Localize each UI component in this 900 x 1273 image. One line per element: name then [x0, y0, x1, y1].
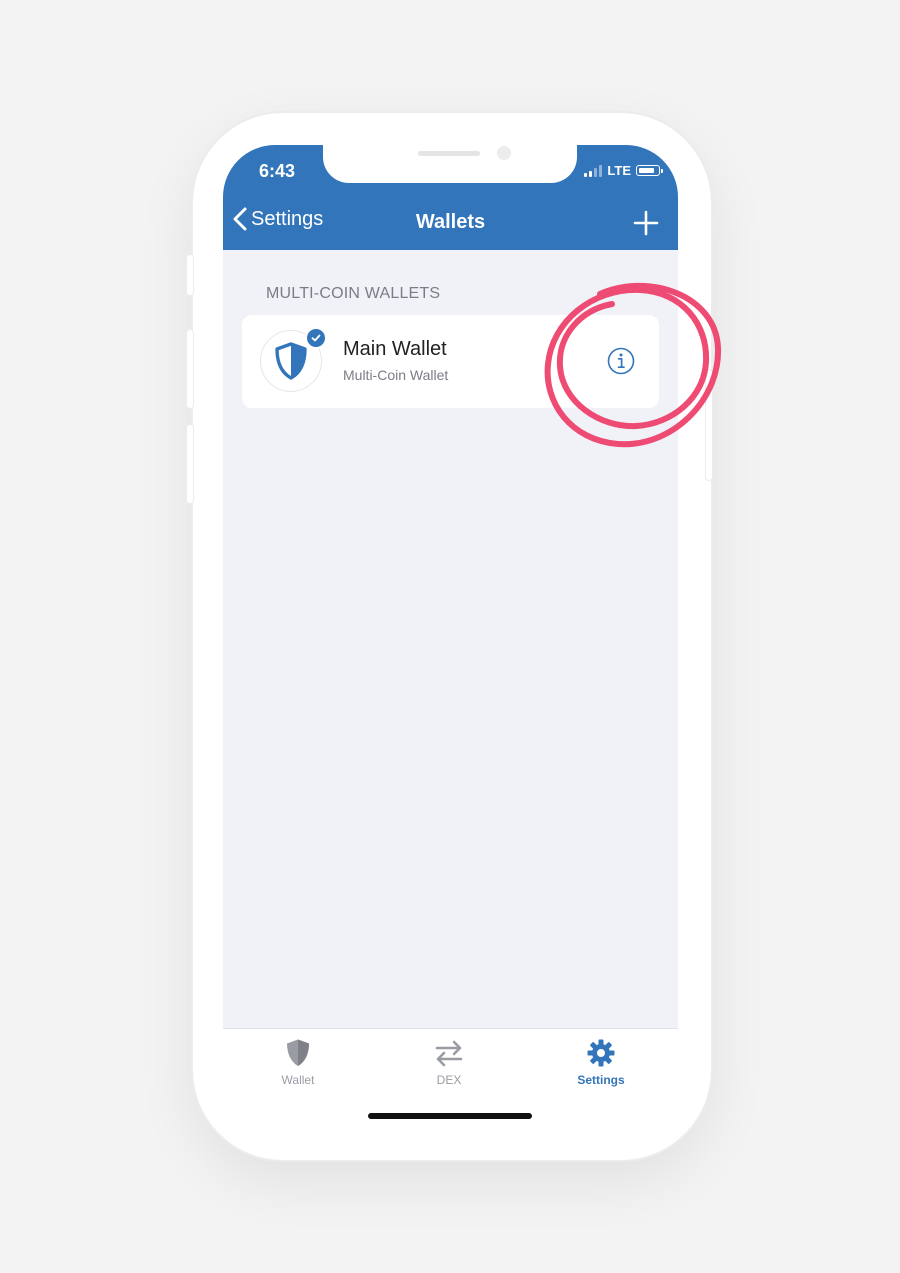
swap-arrows-icon	[435, 1040, 463, 1067]
chevron-left-icon	[233, 207, 247, 231]
tab-wallet-label: Wallet	[281, 1073, 315, 1087]
phone-power-button	[706, 370, 712, 480]
signal-icon	[584, 164, 603, 177]
status-indicators: LTE	[584, 163, 663, 178]
checkmark-icon	[311, 334, 321, 342]
app-header: 6:43 LTE Settings Wallets	[223, 145, 678, 250]
speaker-grille	[418, 151, 480, 156]
wallet-name: Main Wallet	[343, 338, 447, 360]
section-label: MULTI-COIN WALLETS	[266, 285, 441, 302]
back-button-label: Settings	[251, 207, 324, 230]
add-wallet-button[interactable]	[632, 209, 660, 237]
phone-screen: 6:43 LTE Settings Wallets MULTI-COIN WAL…	[223, 145, 678, 1130]
selected-check-badge	[305, 327, 327, 349]
gear-icon	[587, 1039, 615, 1067]
phone-volume-down	[187, 425, 193, 503]
tab-bar: Wallet DEX Settings	[223, 1028, 678, 1130]
status-time: 6:43	[259, 161, 296, 181]
tab-settings-label: Settings	[577, 1073, 625, 1087]
phone-notch	[323, 145, 577, 183]
home-indicator	[368, 1113, 532, 1119]
tab-wallet[interactable]: Wallet	[238, 1037, 358, 1087]
network-label: LTE	[607, 163, 631, 178]
shield-icon	[287, 1039, 309, 1066]
front-camera	[497, 146, 511, 160]
phone-silent-switch	[187, 255, 193, 295]
battery-icon	[636, 165, 663, 176]
phone-volume-up	[187, 330, 193, 408]
shield-icon	[275, 342, 307, 380]
back-button[interactable]: Settings	[233, 207, 323, 231]
wallet-type: Multi-Coin Wallet	[343, 367, 449, 383]
tab-settings[interactable]: Settings	[541, 1037, 661, 1087]
wallet-row[interactable]: Main Wallet Multi-Coin Wallet	[242, 315, 659, 408]
tab-dex-label: DEX	[436, 1073, 462, 1087]
wallet-info-button[interactable]	[606, 346, 636, 376]
tab-dex[interactable]: DEX	[389, 1037, 509, 1087]
